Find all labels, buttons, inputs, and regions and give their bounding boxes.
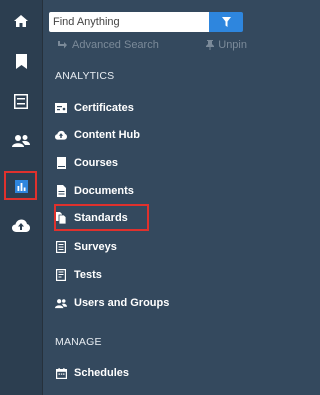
icon-rail — [0, 0, 43, 395]
document-icon — [55, 185, 67, 197]
book-icon — [55, 157, 67, 169]
advanced-search-link[interactable]: Advanced Search — [57, 39, 159, 51]
certificate-icon — [55, 102, 67, 114]
search-input[interactable] — [49, 12, 209, 32]
filter-button[interactable] — [209, 12, 243, 32]
search-options-row: Advanced Search Unpin — [49, 35, 247, 55]
pin-icon — [206, 40, 215, 50]
unpin-label: Unpin — [218, 39, 247, 51]
survey-icon — [55, 241, 67, 253]
section-title-manage: MANAGE — [55, 336, 102, 348]
nav-item-label: Content Hub — [74, 129, 140, 141]
nav-item-courses[interactable]: Courses — [55, 152, 235, 174]
cloud-upload-icon[interactable] — [0, 208, 42, 242]
bookmark-icon[interactable] — [0, 44, 42, 78]
nav-item-users-and-groups[interactable]: Users and Groups — [55, 292, 235, 314]
users-icon — [55, 297, 67, 309]
section-title-analytics: ANALYTICS — [55, 70, 115, 82]
nav-item-label: Surveys — [74, 241, 117, 253]
panel-icon[interactable] — [0, 84, 42, 118]
nav-item-certificates[interactable]: Certificates — [55, 97, 235, 119]
nav-selection-highlight — [54, 204, 149, 231]
filter-icon — [221, 17, 231, 27]
home-icon[interactable] — [0, 4, 42, 38]
rail-selection-highlight — [4, 171, 37, 200]
nav-item-surveys[interactable]: Surveys — [55, 236, 235, 258]
nav-item-label: Tests — [74, 269, 102, 281]
nav-item-label: Courses — [74, 157, 119, 169]
search-bar — [49, 12, 243, 32]
cloud-icon — [55, 129, 67, 141]
calendar-icon — [55, 367, 67, 379]
reply-arrow-icon — [58, 41, 67, 49]
test-icon — [55, 269, 67, 281]
nav-item-label: Documents — [74, 185, 134, 197]
nav-item-tests[interactable]: Tests — [55, 264, 235, 286]
nav-item-label: Certificates — [74, 102, 134, 114]
nav-item-label: Schedules — [74, 367, 130, 379]
nav-item-schedules[interactable]: Schedules — [55, 362, 235, 384]
nav-item-label: Users and Groups — [74, 297, 170, 309]
users-icon[interactable] — [0, 124, 42, 158]
navigation-panel: Advanced Search Unpin ANALYTICS Certific… — [43, 0, 247, 395]
nav-item-documents[interactable]: Documents — [55, 180, 235, 202]
nav-item-content-hub[interactable]: Content Hub — [55, 124, 235, 146]
unpin-button[interactable]: Unpin — [206, 39, 247, 51]
advanced-search-label: Advanced Search — [72, 39, 159, 51]
